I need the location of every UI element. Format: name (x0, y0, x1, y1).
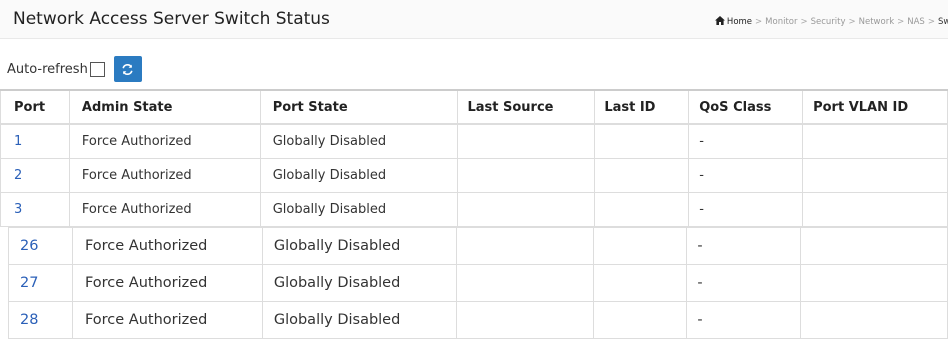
table-row: 27 Force Authorized Globally Disabled - (8, 264, 948, 302)
last-source (457, 123, 596, 159)
port-state: Globally Disabled (273, 275, 401, 291)
port-vlan-id (802, 123, 948, 159)
page-header: Network Access Server Switch Status Home… (0, 0, 948, 39)
last-source (457, 158, 596, 193)
refresh-icon (122, 63, 133, 75)
breadcrumb-current: Swit (937, 17, 948, 27)
col-header-port[interactable]: Port (0, 89, 70, 125)
last-source (455, 264, 594, 302)
port-state: Globally Disabled (272, 134, 387, 149)
table-header-row: Port Admin State Port State Last Source … (0, 89, 948, 125)
admin-state: Force Authorized (81, 134, 192, 149)
port-link[interactable]: 27 (9, 275, 38, 291)
port-vlan-id (802, 158, 948, 193)
port-vlan-id (800, 301, 948, 339)
col-header-port-vlan-id[interactable]: Port VLAN ID (802, 89, 948, 125)
col-header-last-id[interactable]: Last ID (594, 89, 690, 125)
qos-class: - (699, 168, 704, 183)
col-header-last-source[interactable]: Last Source (457, 89, 596, 125)
admin-state: Force Authorized (84, 275, 208, 291)
last-id (594, 192, 690, 227)
col-header-qos-class[interactable]: QoS Class (688, 89, 804, 125)
admin-state: Force Authorized (81, 202, 192, 217)
last-id (592, 227, 688, 265)
admin-state: Force Authorized (84, 312, 208, 328)
home-icon (714, 16, 725, 28)
auto-refresh-label: Auto-refresh (7, 61, 88, 77)
port-link[interactable]: 28 (9, 312, 38, 328)
port-state: Globally Disabled (273, 312, 401, 328)
col-header-port-state[interactable]: Port State (259, 89, 459, 125)
table-row: 1 Force Authorized Globally Disabled - (0, 123, 948, 159)
port-link[interactable]: 1 (1, 134, 22, 149)
qos-class: - (699, 134, 704, 149)
port-link[interactable]: 2 (1, 168, 22, 183)
breadcrumb-network[interactable]: Network (859, 17, 895, 27)
last-source (455, 227, 594, 265)
toolbar: Auto-refresh (7, 55, 142, 83)
port-state: Globally Disabled (273, 238, 401, 254)
page-title: Network Access Server Switch Status (13, 9, 330, 29)
last-id (594, 123, 690, 159)
last-id (592, 264, 688, 302)
table-row: 3 Force Authorized Globally Disabled - (0, 192, 948, 227)
admin-state: Force Authorized (81, 168, 192, 183)
breadcrumb: Home>Monitor>Security>Network>NAS>Swit (714, 16, 948, 28)
port-vlan-id (802, 192, 948, 227)
qos-class: - (699, 202, 704, 217)
qos-class: - (697, 238, 703, 254)
breadcrumb-nas[interactable]: NAS (907, 17, 925, 27)
col-header-admin-state[interactable]: Admin State (68, 89, 261, 125)
port-state: Globally Disabled (272, 202, 387, 217)
last-id (594, 158, 690, 193)
port-vlan-id (800, 264, 948, 302)
table-row: 2 Force Authorized Globally Disabled - (0, 158, 948, 193)
qos-class: - (697, 312, 703, 328)
port-state: Globally Disabled (272, 168, 387, 183)
refresh-button[interactable] (113, 56, 142, 82)
switch-status-table: Port Admin State Port State Last Source … (0, 89, 948, 227)
last-source (455, 301, 594, 339)
port-vlan-id (800, 227, 948, 265)
switch-status-table-continued: 26 Force Authorized Globally Disabled - … (8, 227, 948, 339)
port-link[interactable]: 26 (9, 238, 38, 254)
last-source (457, 192, 596, 227)
table-row: 28 Force Authorized Globally Disabled - (8, 301, 948, 339)
admin-state: Force Authorized (84, 238, 208, 254)
breadcrumb-monitor[interactable]: Monitor (765, 17, 797, 27)
port-link[interactable]: 3 (1, 202, 22, 217)
table-row: 26 Force Authorized Globally Disabled - (8, 227, 948, 265)
last-id (592, 301, 688, 339)
breadcrumb-security[interactable]: Security (811, 17, 846, 27)
breadcrumb-home[interactable]: Home (727, 17, 752, 27)
auto-refresh-checkbox[interactable] (89, 61, 105, 77)
qos-class: - (697, 275, 703, 291)
